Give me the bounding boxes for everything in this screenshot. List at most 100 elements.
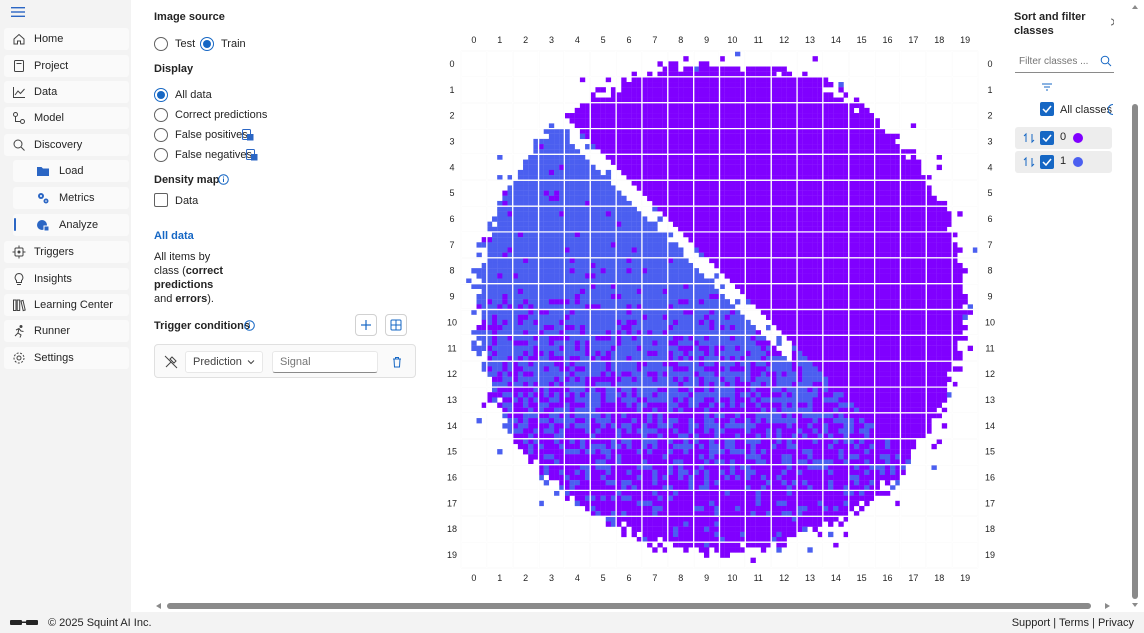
filter-icon[interactable] xyxy=(1041,82,1053,92)
y-tick-left: 9 xyxy=(449,292,454,302)
y-tick-left: 16 xyxy=(447,473,457,483)
home-icon xyxy=(13,33,25,45)
radio-test[interactable] xyxy=(154,37,168,51)
x-tick-bottom: 6 xyxy=(627,573,632,583)
footer-separator: | xyxy=(1088,617,1098,629)
nav-item-load[interactable]: Load xyxy=(13,160,129,182)
panel-edge-icon xyxy=(1110,18,1114,26)
y-tick-right: 13 xyxy=(985,395,995,405)
nav-label-runner: Runner xyxy=(34,325,71,337)
scroll-right-arrow-icon[interactable] xyxy=(1105,603,1110,609)
nav-item-triggers[interactable]: Triggers xyxy=(4,241,129,263)
nav-item-runner[interactable]: Runner xyxy=(4,320,129,342)
class-row-1[interactable]: 1 xyxy=(1015,151,1112,173)
all-classes-info-edge-icon xyxy=(1108,104,1114,115)
delete-condition-button[interactable] xyxy=(386,351,408,373)
x-tick-top: 1 xyxy=(497,35,502,45)
class-1-label: 1 xyxy=(1060,155,1067,167)
y-tick-right: 1 xyxy=(987,85,992,95)
class-0-checkbox[interactable] xyxy=(1040,131,1054,145)
radio-false-negatives-label: False negatives xyxy=(175,149,253,161)
scroll-down-arrow-icon[interactable] xyxy=(1132,603,1138,607)
class-row-0[interactable]: 0 xyxy=(1015,127,1112,149)
nav-item-analyze[interactable]: Analyze xyxy=(13,214,129,236)
nav-item-metrics[interactable]: Metrics xyxy=(13,187,129,209)
add-condition-button[interactable] xyxy=(355,314,377,336)
sort-arrows-icon[interactable] xyxy=(1023,132,1035,144)
x-tick-bottom: 8 xyxy=(678,573,683,583)
all-classes-checkbox[interactable] xyxy=(1040,102,1054,116)
radio-train-label: Train xyxy=(221,38,246,50)
x-tick-top: 14 xyxy=(831,35,841,45)
library-icon xyxy=(13,299,26,312)
nav-item-project[interactable]: Project xyxy=(4,55,129,77)
scroll-left-arrow-icon[interactable] xyxy=(156,603,161,609)
nav-label-load: Load xyxy=(59,165,84,177)
y-tick-right: 16 xyxy=(985,473,995,483)
nav-item-learning-center[interactable]: Learning Center xyxy=(4,294,129,316)
y-tick-right: 9 xyxy=(987,292,992,302)
x-tick-bottom: 17 xyxy=(908,573,918,583)
y-tick-left: 5 xyxy=(449,188,454,198)
radio-train[interactable] xyxy=(200,37,214,51)
nav-item-settings[interactable]: Settings xyxy=(4,347,129,369)
add-group-button[interactable] xyxy=(385,314,407,336)
nav-item-discovery[interactable]: Discovery xyxy=(4,134,129,156)
nav-item-insights[interactable]: Insights xyxy=(4,268,129,290)
hamburger-menu-icon[interactable] xyxy=(11,5,25,19)
trigger-conditions-title: Trigger conditions xyxy=(154,320,250,332)
y-tick-left: 12 xyxy=(447,369,457,379)
folder-icon xyxy=(37,167,49,176)
class-0-color-swatch[interactable] xyxy=(1072,132,1084,144)
x-tick-bottom: 9 xyxy=(704,573,709,583)
all-data-description: All items by class (correct predictions … xyxy=(154,250,234,306)
x-tick-top: 5 xyxy=(601,35,606,45)
sort-arrows-icon[interactable] xyxy=(1023,156,1035,168)
terms-link[interactable]: Terms xyxy=(1059,617,1089,629)
horizontal-scrollbar[interactable] xyxy=(152,600,1114,612)
x-tick-top: 15 xyxy=(857,35,867,45)
privacy-link[interactable]: Privacy xyxy=(1098,617,1134,629)
density-data-checkbox[interactable] xyxy=(154,193,168,207)
trigger-icon xyxy=(12,245,26,259)
nav-label-data: Data xyxy=(34,86,58,98)
x-tick-bottom: 18 xyxy=(934,573,944,583)
x-tick-bottom: 15 xyxy=(857,573,867,583)
radio-false-negatives[interactable] xyxy=(154,148,168,162)
y-tick-right: 14 xyxy=(985,421,995,431)
nav-item-data[interactable]: Data xyxy=(4,81,129,103)
radio-correct-predictions[interactable] xyxy=(154,108,168,122)
x-tick-top: 13 xyxy=(805,35,815,45)
nav-item-model[interactable]: Model xyxy=(4,107,129,129)
x-tick-top: 19 xyxy=(960,35,970,45)
nav-item-home[interactable]: Home xyxy=(4,28,129,50)
runner-icon xyxy=(14,325,24,338)
y-tick-right: 15 xyxy=(985,447,995,457)
support-link[interactable]: Support xyxy=(1012,617,1051,629)
checkmark-icon xyxy=(1042,105,1052,114)
horizontal-scroll-thumb[interactable] xyxy=(167,603,1091,609)
x-tick-top: 0 xyxy=(471,35,476,45)
class-1-checkbox[interactable] xyxy=(1040,155,1054,169)
x-tick-bottom: 12 xyxy=(779,573,789,583)
y-tick-right: 2 xyxy=(987,111,992,121)
radio-all-data[interactable] xyxy=(154,88,168,102)
vertical-scrollbar[interactable] xyxy=(1130,0,1140,612)
class-1-color-swatch[interactable] xyxy=(1072,156,1084,168)
active-indicator xyxy=(14,218,16,231)
filter-classes-field[interactable] xyxy=(1015,51,1114,73)
checkmark-icon xyxy=(1042,158,1052,167)
scroll-up-arrow-icon[interactable] xyxy=(1132,5,1138,9)
trigger-info-icon[interactable] xyxy=(244,320,255,331)
data-chart-icon xyxy=(13,87,25,98)
plus-icon xyxy=(361,320,371,330)
density-info-icon[interactable] xyxy=(218,174,229,185)
radio-false-positives[interactable] xyxy=(154,128,168,142)
signal-input[interactable] xyxy=(272,351,378,373)
vertical-scroll-thumb[interactable] xyxy=(1132,104,1138,599)
prediction-dropdown[interactable]: Prediction xyxy=(185,351,263,373)
density-data-label: Data xyxy=(175,195,199,207)
search-icon[interactable] xyxy=(1100,55,1112,67)
no-signal-icon[interactable] xyxy=(164,355,178,369)
filter-classes-input[interactable] xyxy=(1015,51,1095,71)
